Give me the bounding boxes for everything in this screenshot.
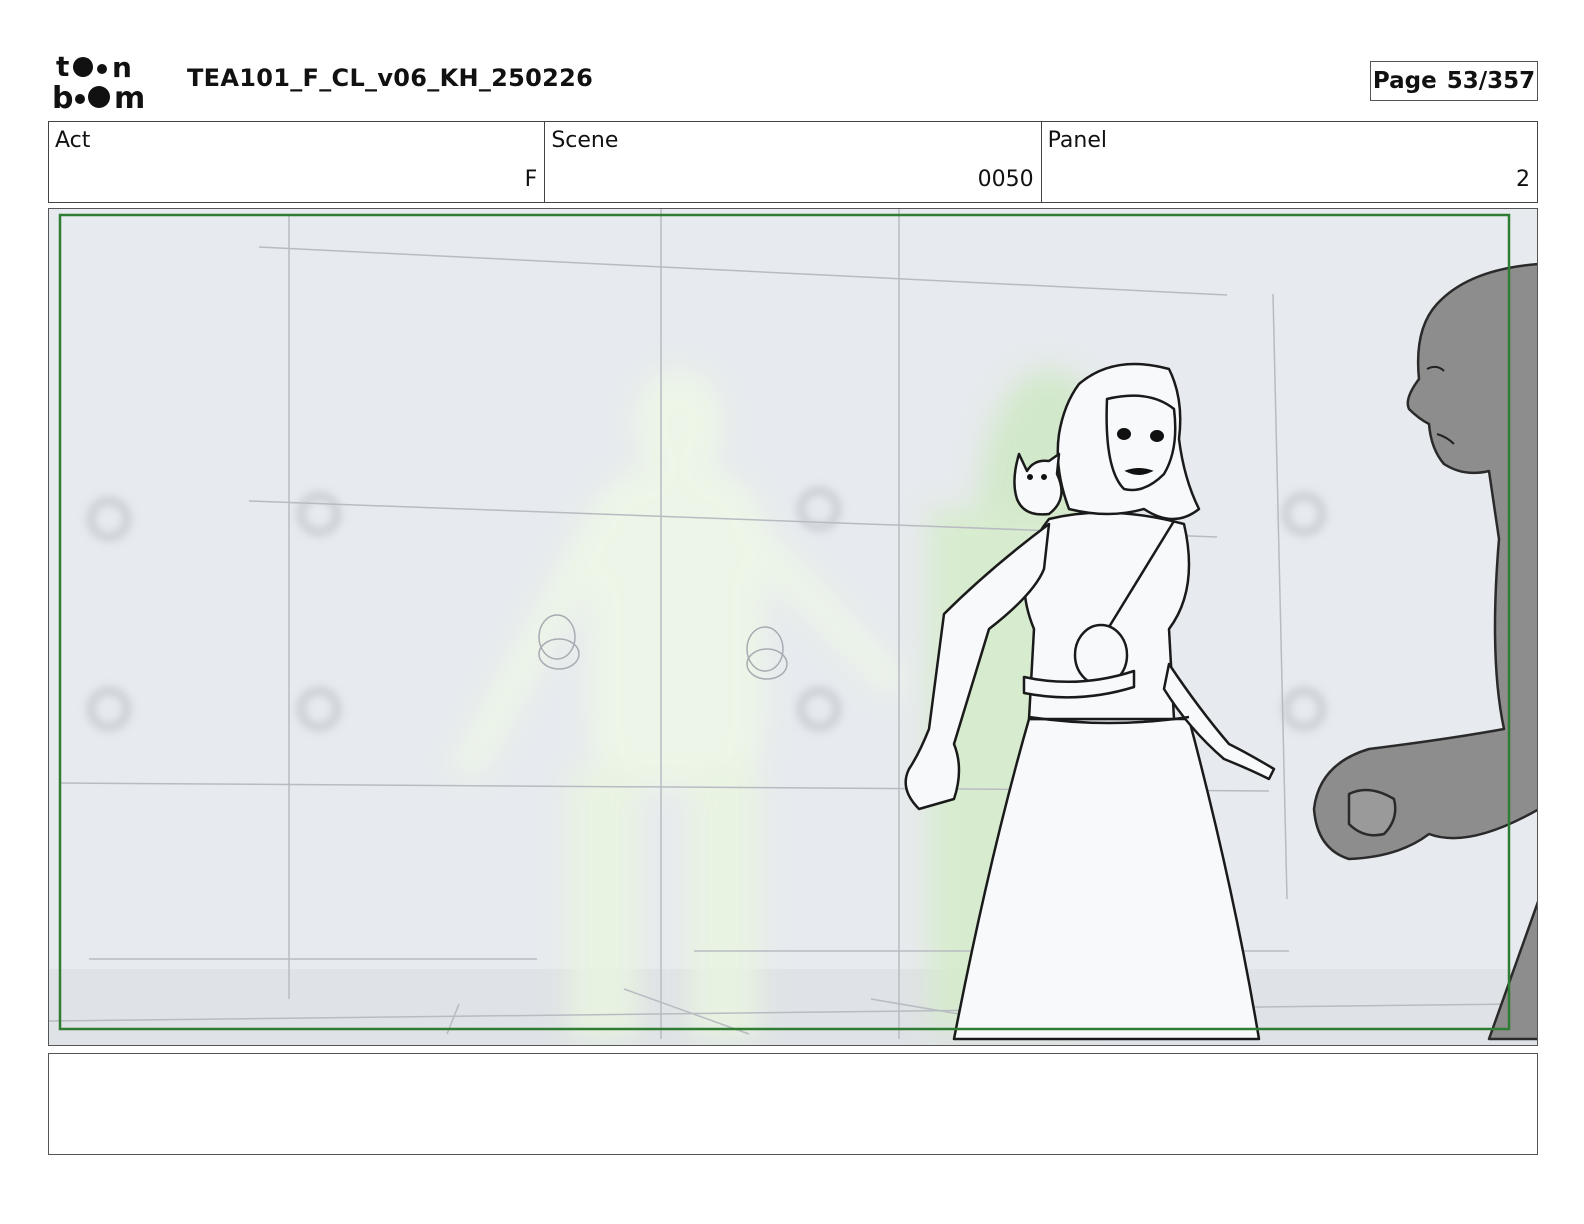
scene-label: Scene [551, 128, 619, 153]
panel-notes-box[interactable] [48, 1053, 1538, 1155]
svg-text:m: m [114, 81, 145, 112]
document-title: TEA101_F_CL_v06_KH_250226 [187, 64, 594, 92]
panel-drawing [49, 209, 1537, 1045]
svg-text:t: t [56, 50, 69, 83]
panel-value: 2 [1515, 167, 1530, 192]
panel-label: Panel [1047, 128, 1108, 153]
scene-cell: Scene 0050 [545, 122, 1042, 202]
svg-text:n: n [112, 51, 132, 84]
panel-info-table: Act F Scene 0050 Panel 2 [48, 121, 1538, 203]
act-label: Act [55, 128, 91, 153]
page-label: Page [1372, 68, 1437, 94]
page-number: 53/357 [1446, 68, 1536, 94]
page-indicator: Page 53/357 [1370, 61, 1538, 101]
storyboard-panel [48, 208, 1538, 1046]
act-value: F [524, 167, 538, 192]
svg-text:b: b [52, 81, 73, 112]
scene-value: 0050 [977, 167, 1034, 192]
panel-cell: Panel 2 [1042, 122, 1537, 202]
toon-boom-logo: t n b m [52, 50, 145, 112]
act-cell: Act F [49, 122, 546, 202]
